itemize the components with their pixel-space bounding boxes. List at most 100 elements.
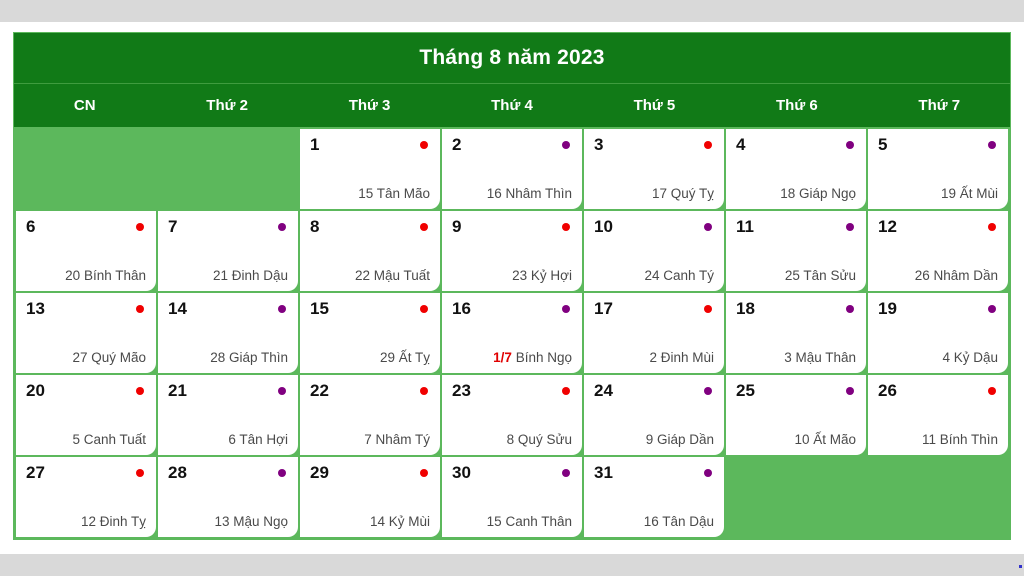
- lunar-date-label: 4 Kỷ Dậu: [942, 350, 998, 365]
- lunar-date-text: 15 Canh Thân: [486, 514, 572, 529]
- day-marker-red-dot-icon: [136, 223, 144, 231]
- calendar-day-cell[interactable]: 19 4 Kỷ Dậu: [868, 293, 1008, 373]
- lunar-date-label: 10 Ất Mão: [794, 432, 856, 447]
- lunar-date-label: 19 Ất Mùi: [941, 186, 998, 201]
- day-number: 29: [310, 463, 329, 482]
- day-number: 2: [452, 135, 462, 154]
- calendar-day-cell[interactable]: 4 18 Giáp Ngọ: [726, 129, 866, 209]
- lunar-date-label: 18 Giáp Ngọ: [780, 186, 856, 201]
- calendar-day-cell[interactable]: 31 16 Tân Dậu: [584, 457, 724, 537]
- day-number: 4: [736, 135, 746, 154]
- day-number: 17: [594, 299, 613, 318]
- day-number: 11: [736, 217, 754, 236]
- day-number: 30: [452, 463, 471, 482]
- day-number: 8: [310, 217, 320, 236]
- lunar-date-text: 12 Đinh Tỵ: [80, 514, 146, 529]
- lunar-date-label: 12 Đinh Tỵ: [81, 514, 146, 529]
- calendar-day-cell[interactable]: 9 23 Kỷ Hợi: [442, 211, 582, 291]
- lunar-date-text: 8 Quý Sửu: [506, 432, 572, 447]
- day-marker-purple-dot-icon: [562, 469, 570, 477]
- weekday-header-thứ-3: Thứ 3: [298, 84, 441, 127]
- day-number: 12: [878, 217, 897, 236]
- calendar-day-cell[interactable]: 27 12 Đinh Tỵ: [16, 457, 156, 537]
- weekday-header-thứ-7: Thứ 7: [868, 84, 1010, 127]
- calendar-day-cell[interactable]: 3 17 Quý Tỵ: [584, 129, 724, 209]
- lunar-date-label: 8 Quý Sửu: [507, 432, 572, 447]
- calendar-day-cell[interactable]: 15 29 Ất Tỵ: [300, 293, 440, 373]
- calendar-day-cell[interactable]: 14 28 Giáp Thìn: [158, 293, 298, 373]
- lunar-date-label: 14 Kỷ Mùi: [370, 514, 430, 529]
- calendar-day-cell[interactable]: 24 9 Giáp Dần: [584, 375, 724, 455]
- lunar-date-label: 6 Tân Hợi: [228, 432, 288, 447]
- lunar-date-text: 16 Nhâm Thìn: [486, 186, 572, 201]
- day-marker-red-dot-icon: [704, 305, 712, 313]
- day-marker-red-dot-icon: [136, 305, 144, 313]
- lunar-date-label: 11 Bính Thìn: [922, 432, 998, 447]
- day-marker-red-dot-icon: [988, 223, 996, 231]
- day-marker-red-dot-icon: [420, 469, 428, 477]
- calendar-day-cell[interactable]: 20 5 Canh Tuất: [16, 375, 156, 455]
- lunar-date-text: 10 Ất Mão: [794, 432, 856, 447]
- calendar-day-cell[interactable]: 2 16 Nhâm Thìn: [442, 129, 582, 209]
- day-marker-purple-dot-icon: [846, 141, 854, 149]
- calendar-day-cell[interactable]: 5 19 Ất Mùi: [868, 129, 1008, 209]
- calendar-day-cell[interactable]: 11 25 Tân Sửu: [726, 211, 866, 291]
- lunar-date-text: 11 Bính Thìn: [921, 432, 998, 447]
- calendar-day-cell[interactable]: 29 14 Kỷ Mùi: [300, 457, 440, 537]
- lunar-date-label: 21 Đinh Dậu: [213, 268, 288, 283]
- lunar-date-label: 5 Canh Tuất: [72, 432, 146, 447]
- lunar-date-label: 16 Tân Dậu: [644, 514, 714, 529]
- day-marker-purple-dot-icon: [704, 223, 712, 231]
- lunar-date-text: 27 Quý Mão: [72, 350, 146, 365]
- lunar-month-start-marker: 1/7: [493, 350, 512, 365]
- day-marker-red-dot-icon: [420, 305, 428, 313]
- lunar-date-label: 27 Quý Mão: [72, 350, 146, 365]
- day-number: 28: [168, 463, 187, 482]
- calendar-day-cell[interactable]: 23 8 Quý Sửu: [442, 375, 582, 455]
- day-marker-purple-dot-icon: [704, 469, 712, 477]
- calendar-day-cell[interactable]: 12 26 Nhâm Dần: [868, 211, 1008, 291]
- day-number: 16: [452, 299, 471, 318]
- calendar-month-title: Tháng 8 năm 2023: [14, 33, 1010, 83]
- day-marker-purple-dot-icon: [846, 223, 854, 231]
- calendar-day-cell[interactable]: 7 21 Đinh Dậu: [158, 211, 298, 291]
- calendar-day-cell[interactable]: 6 20 Bính Thân: [16, 211, 156, 291]
- lunar-date-text: 19 Ất Mùi: [940, 186, 998, 201]
- calendar-day-cell[interactable]: 28 13 Mậu Ngọ: [158, 457, 298, 537]
- day-marker-red-dot-icon: [562, 223, 570, 231]
- calendar-day-cell[interactable]: 13 27 Quý Mão: [16, 293, 156, 373]
- calendar-cell-empty: [158, 129, 298, 209]
- calendar-day-cell[interactable]: 1 15 Tân Mão: [300, 129, 440, 209]
- lunar-date-text: 24 Canh Tý: [644, 268, 714, 283]
- calendar-day-cell[interactable]: 30 15 Canh Thân: [442, 457, 582, 537]
- calendar-day-cell[interactable]: 16 1/7 Bính Ngọ: [442, 293, 582, 373]
- day-number: 25: [736, 381, 755, 400]
- lunar-date-label: 22 Mậu Tuất: [355, 268, 430, 283]
- day-number: 27: [26, 463, 45, 482]
- day-number: 31: [594, 463, 613, 482]
- day-number: 6: [26, 217, 36, 236]
- day-marker-purple-dot-icon: [988, 141, 996, 149]
- calendar-day-cell[interactable]: 26 11 Bính Thìn: [868, 375, 1008, 455]
- lunar-date-label: 17 Quý Tỵ: [652, 186, 714, 201]
- day-marker-red-dot-icon: [988, 387, 996, 395]
- day-marker-purple-dot-icon: [704, 387, 712, 395]
- lunar-date-label: 28 Giáp Thìn: [210, 350, 288, 365]
- lunar-date-text: 7 Nhâm Tý: [364, 432, 430, 447]
- corner-marker-dot: [1019, 565, 1022, 568]
- day-marker-purple-dot-icon: [278, 387, 286, 395]
- day-marker-red-dot-icon: [136, 387, 144, 395]
- calendar-day-cell[interactable]: 18 3 Mậu Thân: [726, 293, 866, 373]
- lunar-date-text: 5 Canh Tuất: [72, 432, 146, 447]
- calendar-day-cell[interactable]: 8 22 Mậu Tuất: [300, 211, 440, 291]
- calendar-day-cell[interactable]: 22 7 Nhâm Tý: [300, 375, 440, 455]
- lunar-date-label: 1/7 Bính Ngọ: [493, 350, 572, 365]
- calendar-day-cell[interactable]: 21 6 Tân Hợi: [158, 375, 298, 455]
- calendar-day-cell[interactable]: 17 2 Đinh Mùi: [584, 293, 724, 373]
- lunar-calendar: Tháng 8 năm 2023 CN Thứ 2 Thứ 3 Thứ 4 Thứ 5T…: [13, 32, 1011, 540]
- calendar-day-cell[interactable]: 25 10 Ất Mão: [726, 375, 866, 455]
- day-number: 18: [736, 299, 755, 318]
- lunar-date-text: 4 Kỷ Dậu: [942, 350, 998, 365]
- calendar-day-cell[interactable]: 10 24 Canh Tý: [584, 211, 724, 291]
- day-marker-red-dot-icon: [420, 141, 428, 149]
